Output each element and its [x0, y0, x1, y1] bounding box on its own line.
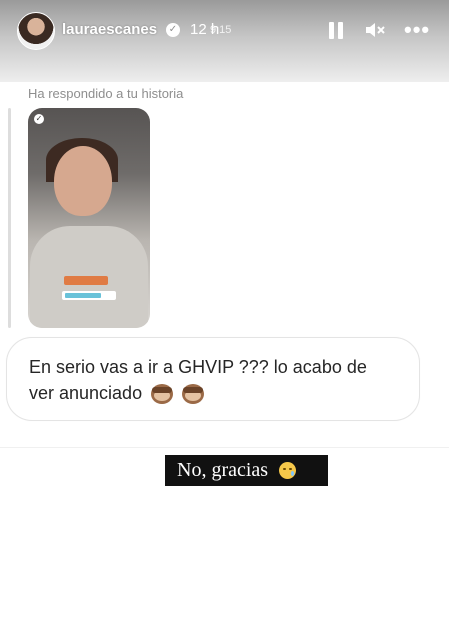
quote-bar	[8, 108, 11, 328]
message-text: En serio vas a ir a GHVIP ??? lo acabo d…	[29, 354, 409, 406]
divider	[0, 447, 449, 448]
story-preview-mention-tag	[64, 276, 108, 285]
story-preview-thumbnail[interactable]: ✓	[28, 108, 150, 328]
reply-caption: Ha respondido a tu historia	[28, 86, 184, 101]
see-no-evil-monkey-icon	[151, 384, 174, 405]
text-sticker: No, gracias	[165, 455, 328, 486]
message-bubble: En serio vas a ir a GHVIP ??? lo acabo d…	[6, 337, 420, 421]
avatar[interactable]	[17, 12, 55, 50]
mute-icon[interactable]	[364, 20, 386, 40]
pause-icon[interactable]	[329, 22, 343, 39]
sticker-text: No, gracias	[177, 459, 297, 482]
story-preview-badge-icon: ✓	[34, 114, 44, 124]
message-text-line1: En serio vas a ir a GHVIP ??? lo acabo d…	[29, 357, 367, 377]
username[interactable]: lauraescanes	[62, 21, 157, 38]
story-header: lauraescanes ✓ 12 h 9:15 •••	[0, 0, 449, 82]
story-preview-person-face	[54, 146, 112, 216]
see-no-evil-monkey-icon	[182, 384, 205, 405]
more-icon[interactable]: •••	[404, 17, 430, 43]
message-text-line2: ver anunciado	[29, 383, 143, 403]
status-clock: 9:15	[210, 24, 232, 36]
verified-badge-icon: ✓	[166, 23, 180, 37]
story-preview-sticker	[62, 291, 116, 300]
sticker-label: No, gracias	[177, 459, 269, 481]
crying-face-icon	[279, 461, 297, 479]
